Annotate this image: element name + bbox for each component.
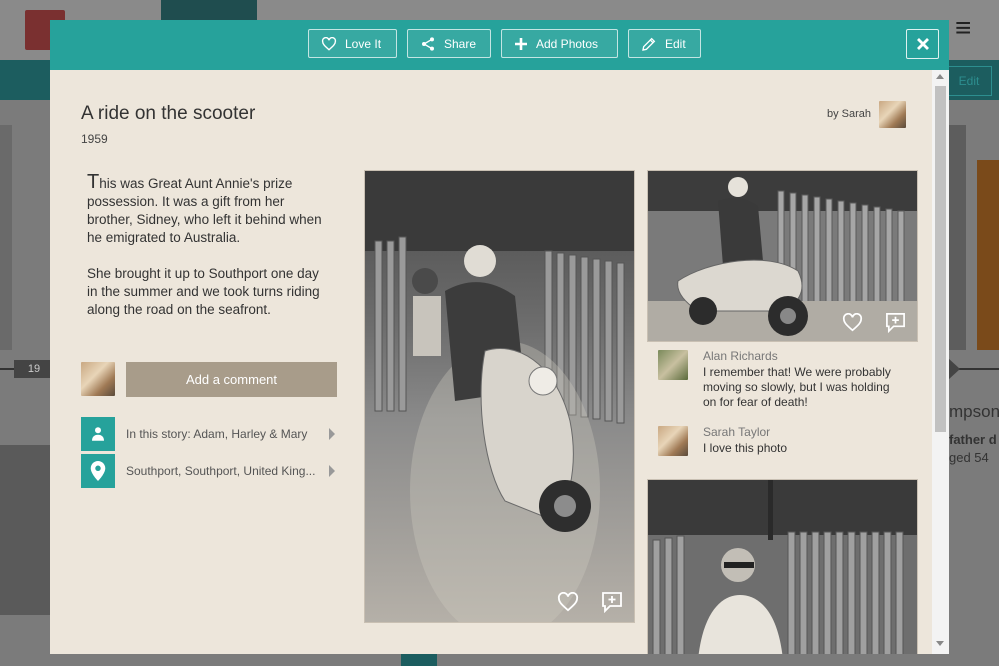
add-photos-button[interactable]: Add Photos — [501, 29, 618, 58]
background-person-relation: father d — [949, 432, 997, 447]
edit-label: Edit — [665, 36, 686, 51]
background-bottom-tab — [401, 654, 437, 666]
background-person-age: ged 54 — [949, 450, 989, 465]
background-year-badge: 19 — [14, 360, 54, 378]
main-photo[interactable] — [364, 170, 635, 623]
location-text: Southport, Southport, United King... — [126, 464, 316, 478]
edit-button[interactable]: Edit — [628, 29, 701, 58]
current-user-avatar — [81, 362, 115, 396]
love-it-label: Love It — [345, 36, 382, 51]
commenter-name[interactable]: Alan Richards — [703, 349, 778, 363]
map-pin-icon — [81, 454, 115, 488]
commenter-name[interactable]: Sarah Taylor — [703, 425, 770, 439]
story-paragraph: This was Great Aunt Annie's prize posses… — [87, 171, 327, 247]
background-relation-text: father d — [949, 432, 997, 447]
story-title: A ride on the scooter — [81, 103, 256, 124]
scroll-up-arrow-icon[interactable] — [936, 74, 944, 79]
paragraph-text: his was Great Aunt Annie's prize possess… — [87, 176, 322, 245]
close-button[interactable] — [906, 29, 939, 59]
location-link[interactable]: Southport, Southport, United King... — [81, 454, 351, 488]
author-avatar[interactable] — [879, 101, 906, 128]
background-edit-button: Edit — [946, 66, 992, 96]
secondary-photo[interactable] — [647, 479, 918, 654]
story-paragraph: She brought it up to Southport one day i… — [87, 266, 320, 317]
close-icon — [916, 38, 929, 50]
scroll-down-arrow-icon[interactable] — [936, 641, 944, 646]
love-it-button[interactable]: Love It — [308, 29, 397, 58]
like-photo-button[interactable] — [840, 310, 864, 334]
comment-add-icon — [885, 312, 905, 333]
share-label: Share — [444, 36, 477, 51]
photo-comment: Alan Richards I remember that! We were p… — [658, 349, 898, 412]
people-in-story-link[interactable]: In this story: Adam, Harley & Mary — [81, 417, 351, 451]
comment-photo-button[interactable] — [598, 589, 626, 615]
background-timeline-arrow — [948, 358, 960, 380]
heart-outline-icon — [842, 312, 862, 331]
commenter-avatar — [658, 350, 688, 380]
heart-icon — [321, 36, 337, 51]
comment-text: I remember that! We were probably moving… — [703, 365, 891, 409]
dropcap-letter: T — [87, 171, 100, 193]
chevron-right-icon — [329, 428, 335, 440]
background-card — [977, 160, 999, 350]
comment-add-icon — [602, 592, 622, 613]
add-photos-label: Add Photos — [536, 36, 599, 51]
commenter-avatar — [658, 426, 688, 456]
modal-toolbar: Love It Share Add Photos Edit — [50, 20, 949, 70]
background-person-name: mpson — [949, 402, 999, 421]
share-icon — [422, 36, 434, 51]
plus-icon — [515, 37, 527, 50]
comment-photo-button[interactable] — [882, 310, 908, 334]
share-button[interactable]: Share — [407, 29, 491, 58]
hamburger-menu-icon: ≡ — [955, 12, 972, 43]
author-byline: by Sarah — [827, 108, 872, 120]
heart-outline-icon — [557, 592, 579, 612]
story-modal: Love It Share Add Photos Edit A ride on … — [50, 20, 949, 654]
scrollbar-thumb[interactable] — [935, 86, 946, 432]
background-card — [948, 125, 966, 350]
like-photo-button[interactable] — [555, 589, 581, 615]
secondary-photo[interactable] — [647, 170, 918, 342]
story-description: This was Great Aunt Annie's prize posses… — [87, 171, 327, 319]
background-photo — [0, 445, 50, 615]
story-year: 1959 — [81, 132, 108, 146]
people-text: In this story: Adam, Harley & Mary — [126, 427, 308, 441]
pencil-icon — [642, 37, 656, 51]
comment-text: I love this photo — [703, 441, 788, 455]
add-comment-button[interactable]: Add a comment — [126, 362, 337, 397]
chevron-right-icon — [329, 465, 335, 477]
background-card — [0, 125, 12, 350]
photo-comment: Sarah Taylor I love this photo — [658, 425, 898, 462]
people-icon — [81, 417, 115, 451]
